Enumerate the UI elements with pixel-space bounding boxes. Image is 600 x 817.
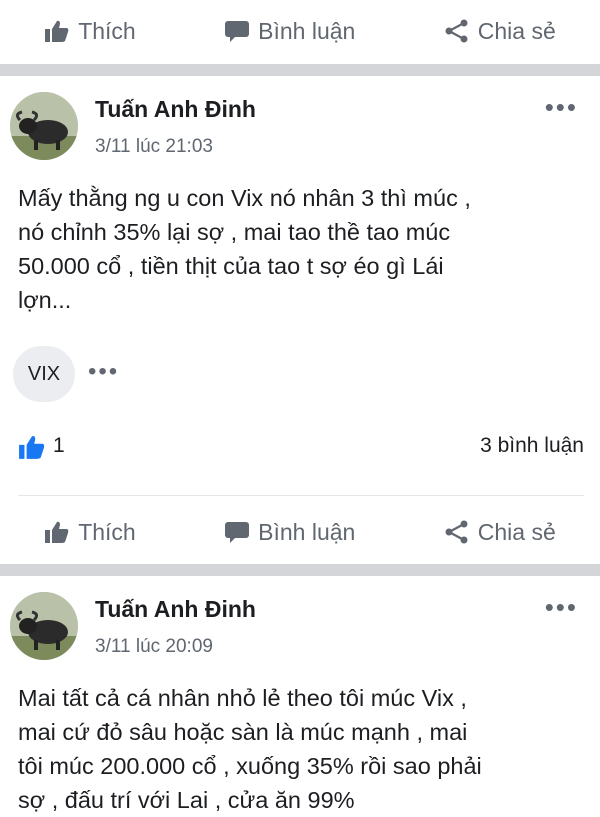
avatar[interactable] [10,92,78,160]
feed-post: Tuấn Anh Đinh 3/11 lúc 20:09 ••• Mai tất… [0,576,600,813]
divider [18,495,584,496]
tag-chip-vix[interactable]: VIX [13,346,75,402]
thumbs-up-icon [44,19,70,43]
like-label: Thích [78,518,136,545]
author-name[interactable]: Tuấn Anh Đinh [95,596,256,623]
comment-icon [224,19,250,43]
post-text: Mấy thằng ng u con Vix nó nhân 3 thì múc… [18,185,471,313]
share-label: Chia sẻ [477,17,556,44]
tag-more-icon[interactable]: ••• [88,358,119,386]
share-label: Chia sẻ [477,518,556,545]
thumbs-up-icon [44,520,70,544]
post-text: Mai tất cả cá nhân nhỏ lẻ theo tôi múc V… [18,685,482,813]
like-button[interactable]: Thích [44,18,136,45]
tag-label: VIX [27,362,61,385]
feed-post: Tuấn Anh Đinh 3/11 lúc 21:03 ••• Mấy thằ… [0,76,600,561]
like-count[interactable]: 1 [53,434,65,458]
comment-count[interactable]: 3 bình luận [480,434,584,458]
post-timestamp[interactable]: 3/11 lúc 20:09 [95,636,213,658]
comment-label: Bình luận [258,518,356,545]
action-bar-top: Thích Bình luận Chia sẻ [0,0,600,62]
author-name[interactable]: Tuấn Anh Đinh [95,96,256,123]
comment-button[interactable]: Bình luận [224,18,355,45]
share-button[interactable]: Chia sẻ [444,18,556,45]
comment-label: Bình luận [258,17,356,44]
reactions-row: 1 3 bình luận [0,426,600,470]
comment-icon [224,520,250,544]
post-timestamp[interactable]: 3/11 lúc 21:03 [95,136,213,158]
like-reaction-icon[interactable] [18,434,46,465]
feed-separator [0,564,600,576]
share-button[interactable]: Chia sẻ [444,519,556,546]
avatar[interactable] [10,592,78,660]
like-button[interactable]: Thích [44,519,136,546]
more-options-icon[interactable]: ••• [545,94,578,120]
action-bar: Thích Bình luận Chia sẻ [0,501,600,563]
share-icon [444,19,470,43]
share-icon [444,520,470,544]
comment-button[interactable]: Bình luận [224,519,355,546]
like-label: Thích [78,17,136,44]
more-options-icon[interactable]: ••• [545,594,578,620]
feed-separator [0,64,600,76]
